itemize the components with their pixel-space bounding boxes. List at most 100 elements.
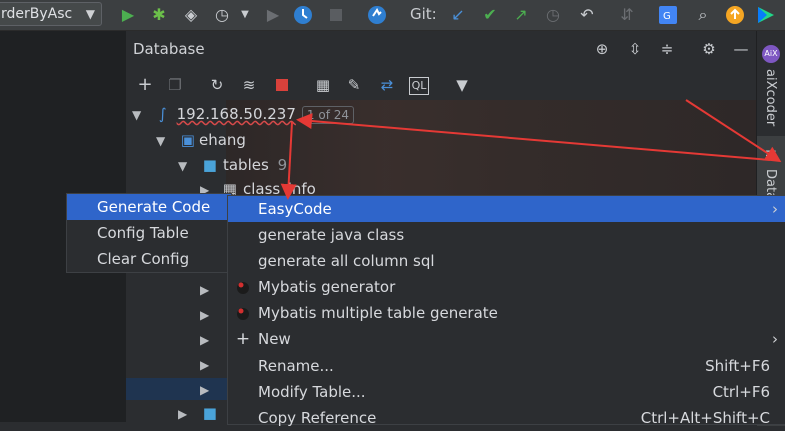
folder-icon: ■	[202, 156, 217, 174]
chevron-right-icon[interactable]: ▶	[200, 379, 214, 401]
tree-row-folder[interactable]: ▶ ■	[178, 402, 217, 424]
git-label: Git:	[410, 5, 437, 23]
attach-icon[interactable]	[292, 4, 314, 26]
menu-item-label: Modify Table...	[258, 383, 366, 401]
git-fetch-icon[interactable]: ↙	[447, 4, 469, 26]
translate-icon[interactable]: G	[657, 4, 679, 26]
chevron-right-icon[interactable]: ▶	[200, 304, 214, 326]
folder-icon: ■	[202, 404, 217, 422]
stop-icon[interactable]	[325, 4, 347, 26]
tree-row[interactable]: ▶	[200, 278, 214, 300]
gear-icon[interactable]: ⚙	[698, 38, 720, 60]
host-label: 192.168.50.237	[176, 105, 296, 123]
menu-item-label: Mybatis generator	[258, 278, 396, 296]
menu-item-label: generate java class	[258, 226, 405, 244]
menu-item-modify-table[interactable]: Modify Table... Ctrl+F6	[228, 379, 785, 405]
aixcoder-tab[interactable]: aiXcoder	[763, 69, 778, 126]
menu-item-copy-reference[interactable]: Copy Reference Ctrl+Alt+Shift+C	[228, 405, 785, 431]
svg-text:G: G	[663, 11, 671, 22]
aixcoder-icon[interactable]: AiX	[762, 45, 780, 63]
stop-icon[interactable]	[271, 74, 293, 96]
query-console-icon[interactable]: QL	[409, 77, 429, 95]
tables-count: 9	[277, 156, 288, 174]
git-history-icon[interactable]: ◷	[542, 4, 564, 26]
menu-item-label: Rename...	[258, 357, 334, 375]
profile-icon[interactable]: ◷	[211, 4, 233, 26]
chevron-down-icon[interactable]: ▼	[156, 130, 170, 152]
menu-item-shortcut: Shift+F6	[705, 357, 770, 375]
tables-label: tables	[222, 156, 269, 174]
tree-row-host[interactable]: ▼ ∫ 192.168.50.237 1 of 24	[132, 103, 355, 126]
tree-row-schema[interactable]: ▼ ▣ ehang	[156, 129, 246, 151]
git-rollback-icon[interactable]: ↶	[576, 4, 598, 26]
menu-item-shortcut: Ctrl+F6	[712, 383, 770, 401]
chevron-right-icon[interactable]: ▶	[200, 279, 214, 301]
menu-item-label: Copy Reference	[258, 409, 377, 427]
submenu-arrow-icon: ›	[772, 330, 778, 348]
menu-item-rename[interactable]: Rename... Shift+F6	[228, 353, 785, 379]
menu-item-mybatis-generator[interactable]: Mybatis generator	[228, 274, 785, 300]
run-icon[interactable]: ▶	[117, 4, 139, 26]
run-dropdown-icon[interactable]: ▼	[234, 4, 256, 26]
filter-icon[interactable]: ▼	[451, 74, 473, 96]
coverage-icon[interactable]: ◈	[180, 4, 202, 26]
panel-title: Database	[133, 40, 205, 58]
tree-row[interactable]: ▶	[200, 328, 214, 350]
run-configuration-label: rderByAsc	[1, 6, 73, 22]
edit-icon[interactable]: ✎	[343, 74, 365, 96]
tree-row-selected[interactable]: ▶	[200, 378, 214, 400]
expand-all-icon[interactable]: ⇳	[624, 38, 646, 60]
menu-item-label: EasyCode	[258, 200, 332, 218]
main-toolbar: rderByAsc ▼ ▶ ✱ ◈ ◷ ▼ ▶ Git: ↙ ✔ ↗ ◷ ↶ ⇵…	[0, 0, 785, 31]
search-icon[interactable]: ⌕	[692, 4, 714, 26]
tree-row[interactable]: ▶	[200, 303, 214, 325]
easycode-submenu: Generate Code Config Table Clear Config	[66, 193, 232, 273]
menu-item-mybatis-multiple-table[interactable]: Mybatis multiple table generate	[228, 300, 785, 326]
mybatis-icon	[234, 300, 252, 329]
menu-item-label: generate all column sql	[258, 252, 435, 270]
context-menu: EasyCode › generate java class generate …	[227, 195, 785, 427]
submenu-arrow-icon: ›	[772, 200, 778, 218]
menu-item-label: New	[258, 330, 291, 348]
merge-icon[interactable]: ⇵	[616, 4, 638, 26]
schema-icon: ▣	[180, 131, 195, 149]
chevron-right-icon[interactable]: ▶	[200, 329, 214, 351]
collapse-all-icon[interactable]: ≑	[656, 38, 678, 60]
database-icon: ☰	[765, 149, 777, 164]
tree-row[interactable]: ▶	[200, 353, 214, 375]
menu-item-generate-code[interactable]: Generate Code	[67, 194, 231, 220]
table-icon[interactable]: ▦	[312, 74, 334, 96]
menu-item-shortcut: Ctrl+Alt+Shift+C	[640, 409, 770, 427]
add-icon[interactable]: +	[134, 74, 156, 96]
menu-item-new[interactable]: + New ›	[228, 326, 785, 352]
datasource-icon: ∫	[158, 105, 167, 123]
tree-row-tables[interactable]: ▼ ■ tables 9	[178, 154, 287, 176]
host-count-badge: 1 of 24	[301, 106, 355, 124]
debug-icon[interactable]: ✱	[148, 4, 170, 26]
run-configuration-select[interactable]: rderByAsc ▼	[0, 2, 102, 26]
update-icon[interactable]	[366, 4, 388, 26]
minimize-icon[interactable]: —	[730, 38, 752, 60]
refresh-icon[interactable]: ↻	[206, 74, 228, 96]
update-available-icon[interactable]	[724, 4, 746, 26]
menu-item-easycode[interactable]: EasyCode ›	[228, 196, 785, 222]
toolbox-icon[interactable]	[755, 4, 777, 26]
menu-item-clear-config[interactable]: Clear Config	[67, 246, 231, 272]
target-icon[interactable]: ⊕	[591, 38, 613, 60]
jump-icon[interactable]: ⇄	[376, 74, 398, 96]
chevron-right-icon[interactable]: ▶	[200, 354, 214, 376]
git-commit-icon[interactable]: ✔	[479, 4, 501, 26]
schema-sync-icon[interactable]: ≋	[238, 74, 260, 96]
duplicate-icon[interactable]: ❐	[164, 74, 186, 96]
add-icon: +	[235, 329, 251, 349]
menu-item-config-table[interactable]: Config Table	[67, 220, 231, 246]
chevron-down-icon[interactable]: ▼	[132, 104, 146, 126]
menu-item-label: Mybatis multiple table generate	[258, 304, 498, 322]
mybatis-icon	[234, 274, 252, 303]
chevron-down-icon[interactable]: ▼	[178, 155, 192, 177]
resume-icon[interactable]: ▶	[262, 4, 284, 26]
git-push-icon[interactable]: ↗	[510, 4, 532, 26]
menu-item-generate-java-class[interactable]: generate java class	[228, 222, 785, 248]
menu-item-generate-all-column-sql[interactable]: generate all column sql	[228, 248, 785, 274]
chevron-down-icon: ▼	[85, 7, 95, 21]
